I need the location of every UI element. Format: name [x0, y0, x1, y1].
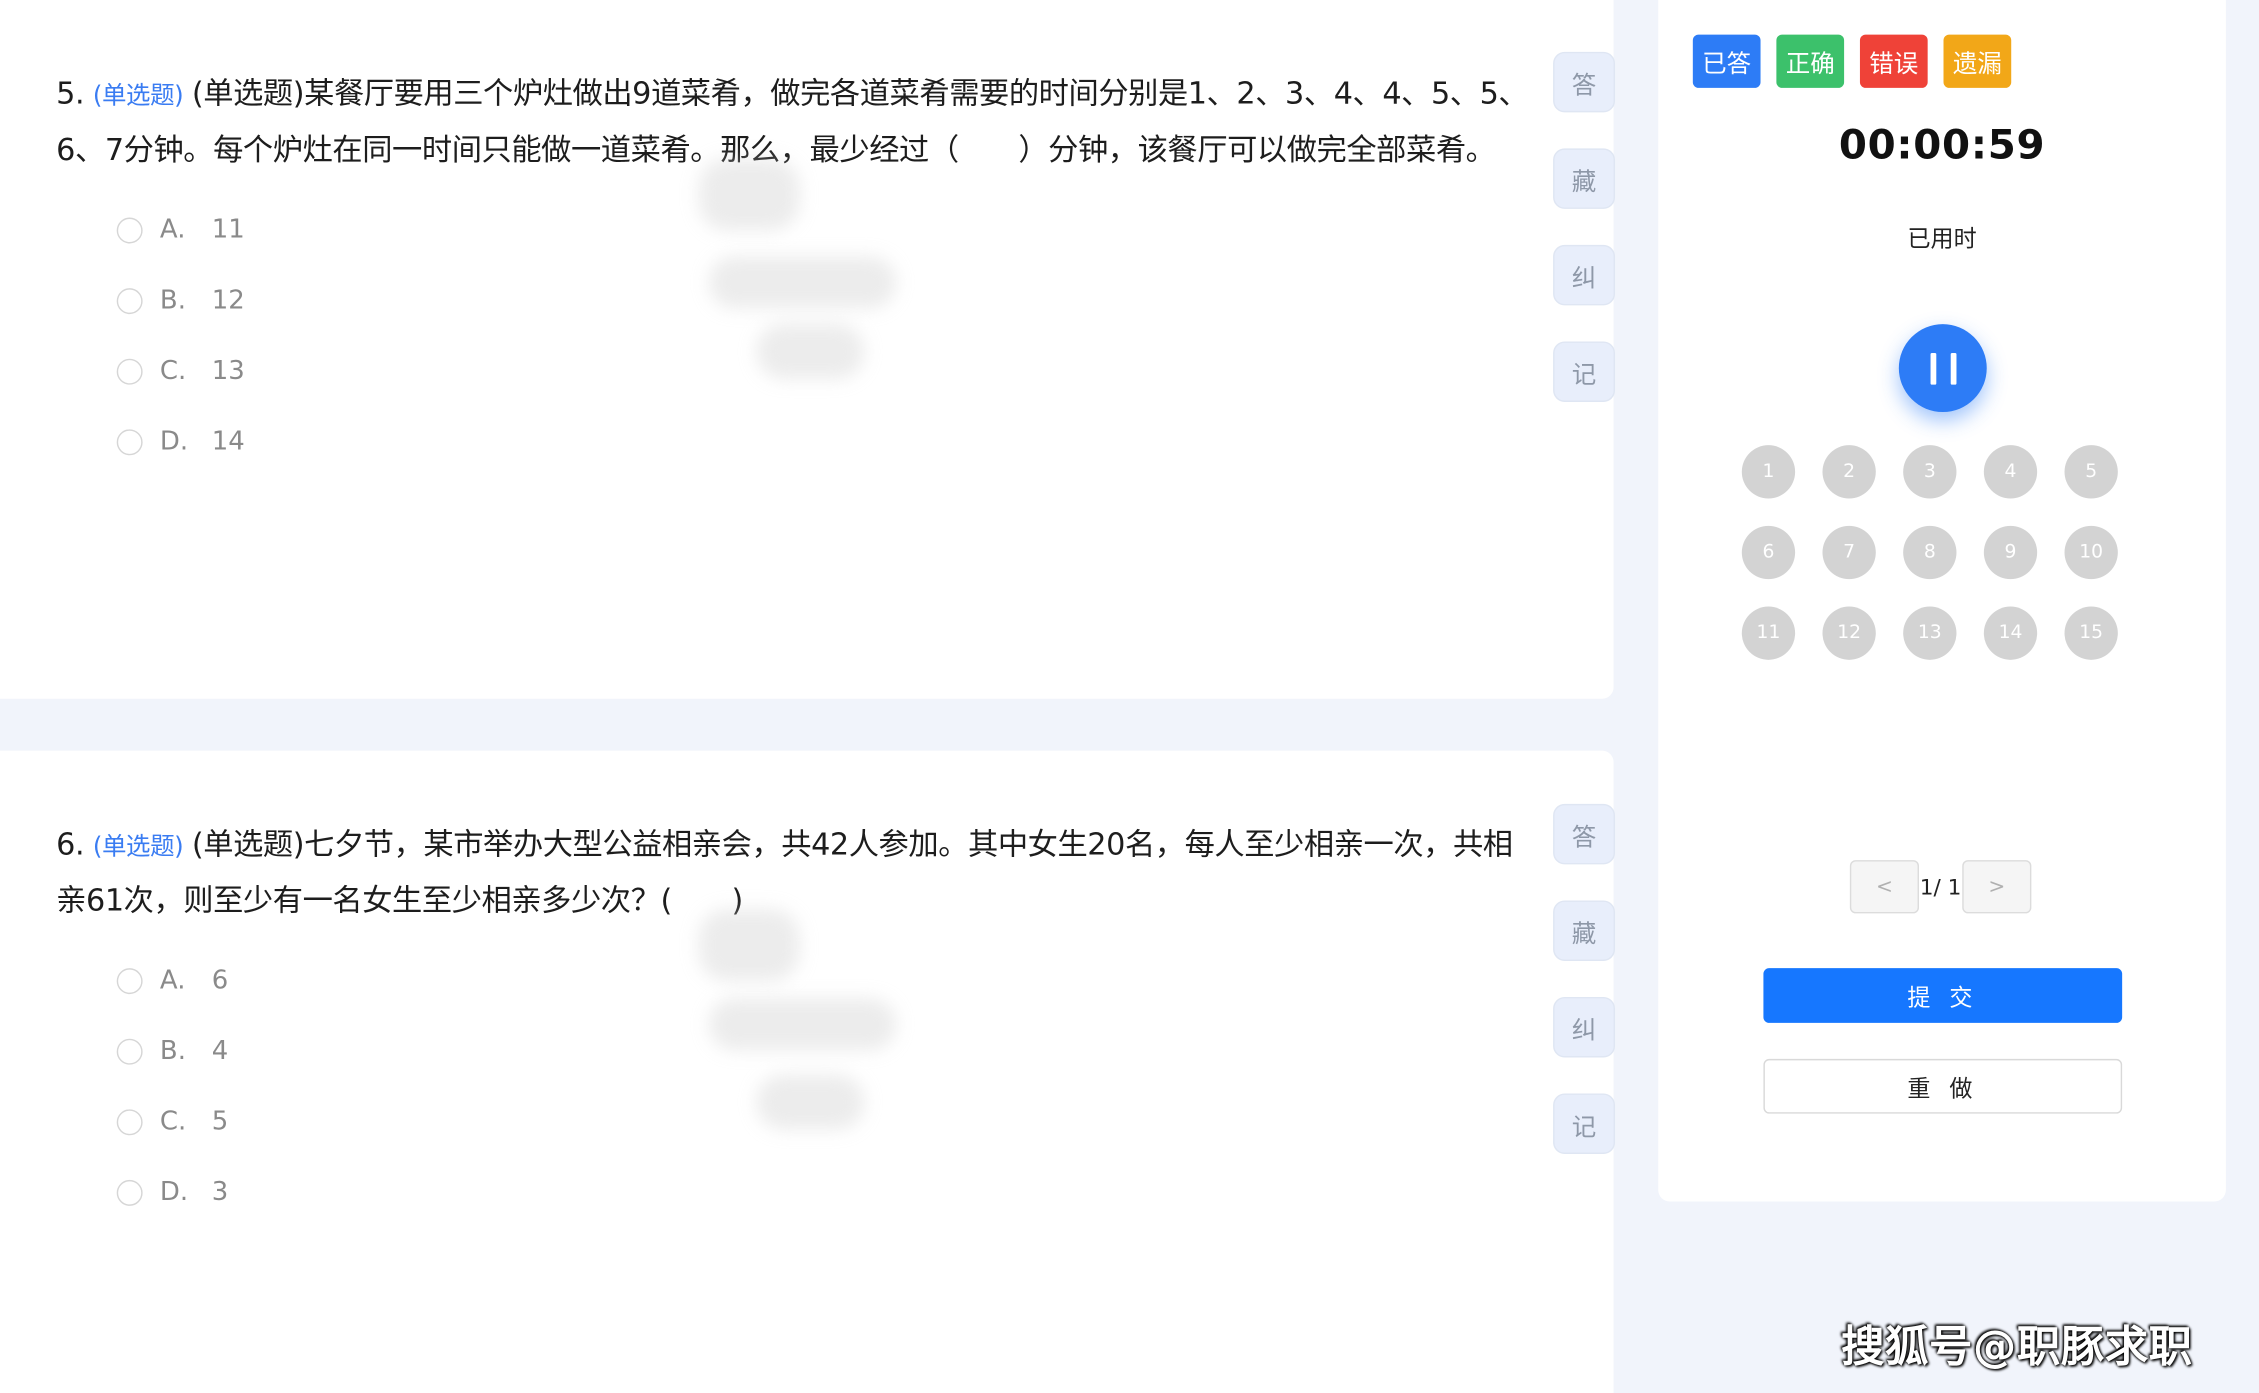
option-d[interactable]: D. 14	[116, 406, 245, 477]
option-value: 12	[211, 285, 245, 316]
brand-watermark: 搜狐号@职豚求职	[1841, 1322, 2193, 1373]
option-c[interactable]: C. 5	[116, 1086, 229, 1157]
legend-wrong: 错误	[1859, 34, 1928, 88]
pause-icon	[1949, 352, 1956, 384]
question-nav-item[interactable]: 1	[1741, 445, 1796, 499]
question-card-5: 5. (单选题) (单选题)某餐厅要用三个炉灶做出9道菜肴，做完各道菜肴需要的时间分…	[0, 0, 1614, 699]
question-nav-item[interactable]: 15	[2064, 606, 2118, 660]
watermark-text	[708, 998, 897, 1051]
radio-button[interactable]	[116, 1038, 143, 1064]
question-type-tag: (单选题)	[92, 832, 184, 862]
question-type-tag: (单选题)	[92, 82, 184, 111]
answer-button[interactable]: 答	[1553, 803, 1616, 865]
question-nav-item[interactable]: 3	[1903, 445, 1957, 499]
question-nav-item[interactable]: 8	[1903, 525, 1957, 580]
question-stem: (单选题)某餐厅要用三个炉灶做出9道菜肴，做完各道菜肴需要的时间分别是1、2、3…	[56, 76, 1529, 168]
exam-page: 5. (单选题) (单选题)某餐厅要用三个炉灶做出9道菜肴，做完各道菜肴需要的时间分…	[0, 0, 2259, 1393]
favorite-button[interactable]: 藏	[1553, 148, 1616, 209]
option-value: 11	[211, 214, 245, 245]
report-error-button[interactable]: 纠	[1553, 244, 1616, 306]
watermark-logo	[698, 909, 800, 982]
radio-button[interactable]	[116, 1179, 143, 1206]
pause-button[interactable]	[1898, 324, 1987, 413]
option-value: 6	[211, 965, 229, 996]
question-nav-item[interactable]: 4	[1983, 445, 2038, 499]
option-d[interactable]: D. 3	[116, 1157, 229, 1228]
option-letter: A.	[159, 214, 186, 245]
watermark-text	[756, 324, 865, 379]
status-legend: 已答 正确 错误 遗漏	[1692, 34, 2027, 88]
prev-page-button[interactable]: <	[1849, 860, 1920, 914]
option-value: 14	[211, 426, 245, 457]
option-a[interactable]: A. 11	[116, 194, 245, 265]
legend-missed: 遗漏	[1943, 34, 2012, 88]
question-nav-item[interactable]: 7	[1822, 525, 1876, 580]
question-card-6: 6. (单选题) (单选题)七夕节，某市举办大型公益相亲会，共42人参加。其中女生2…	[0, 750, 1614, 1393]
option-letter: B.	[159, 1035, 186, 1067]
question-nav-item[interactable]: 10	[2064, 525, 2118, 580]
question-stem: (单选题)七夕节，某市举办大型公益相亲会，共42人参加。其中女生20名，每人至少…	[56, 826, 1513, 918]
radio-button[interactable]	[116, 428, 143, 455]
radio-button[interactable]	[116, 287, 143, 314]
note-button[interactable]: 记	[1553, 1093, 1616, 1155]
option-letter: B.	[159, 285, 186, 316]
legend-answered: 已答	[1692, 34, 1761, 88]
answer-button[interactable]: 答	[1553, 51, 1616, 113]
pagination: < 1/ 1 >	[1849, 860, 2032, 914]
option-a[interactable]: A. 6	[116, 945, 229, 1016]
timer-label: 已用时	[1907, 224, 1977, 253]
redo-button[interactable]: 重 做	[1763, 1058, 2123, 1114]
question-nav-item[interactable]: 13	[1903, 606, 1957, 660]
option-letter: D.	[159, 426, 189, 457]
option-list: A. 11 B. 12 C. 13 D. 14	[116, 194, 245, 477]
question-nav-item[interactable]: 11	[1741, 606, 1796, 660]
note-button[interactable]: 记	[1553, 341, 1616, 402]
page-indicator: 1/ 1	[1919, 873, 1962, 900]
question-nav-item[interactable]: 9	[1983, 525, 2038, 580]
watermark-text	[756, 1074, 865, 1130]
option-letter: C.	[159, 1106, 187, 1137]
option-c[interactable]: C. 13	[116, 336, 245, 407]
answer-sheet-panel: 已答 正确 错误 遗漏 00:00:59 已用时 1 2 3 4 5 6 7 8…	[1658, 0, 2226, 1202]
option-value: 13	[211, 355, 245, 387]
favorite-button[interactable]: 藏	[1553, 900, 1616, 961]
question-text: 6. (单选题) (单选题)七夕节，某市举办大型公益相亲会，共42人参加。其中女生2…	[56, 818, 1533, 927]
radio-button[interactable]	[116, 967, 143, 994]
question-nav-item[interactable]: 2	[1822, 445, 1876, 499]
option-value: 3	[211, 1177, 229, 1208]
legend-correct: 正确	[1776, 34, 1845, 88]
question-5-tools: 答 藏 纠 记	[1553, 51, 1616, 438]
question-nav-item[interactable]: 14	[1983, 606, 2038, 660]
question-number-grid: 1 2 3 4 5 6 7 8 9 10 11 12 13 14 15	[1741, 445, 2118, 660]
radio-button[interactable]	[116, 358, 143, 384]
question-nav-item[interactable]: 12	[1822, 606, 1876, 660]
watermark-text	[708, 256, 897, 309]
question-nav-item[interactable]: 6	[1741, 525, 1796, 580]
question-number: 6.	[56, 826, 85, 862]
radio-button[interactable]	[116, 1108, 143, 1135]
option-value: 5	[211, 1106, 229, 1137]
option-letter: A.	[159, 965, 186, 996]
option-list: A. 6 B. 4 C. 5 D. 3	[116, 945, 229, 1228]
option-value: 4	[211, 1035, 229, 1067]
report-error-button[interactable]: 纠	[1553, 996, 1616, 1058]
option-letter: D.	[159, 1177, 189, 1208]
option-b[interactable]: B. 4	[116, 1016, 229, 1087]
question-number: 5.	[56, 76, 85, 111]
option-letter: C.	[159, 355, 187, 387]
watermark-logo	[698, 158, 800, 231]
question-nav-item[interactable]: 5	[2064, 445, 2118, 499]
submit-button[interactable]: 提 交	[1763, 968, 2123, 1023]
radio-button[interactable]	[116, 216, 143, 243]
next-page-button[interactable]: >	[1962, 860, 2032, 914]
elapsed-timer: 00:00:59	[1838, 121, 2046, 169]
option-b[interactable]: B. 12	[116, 265, 245, 336]
question-text: 5. (单选题) (单选题)某餐厅要用三个炉灶做出9道菜肴，做完各道菜肴需要的时间分…	[56, 68, 1533, 177]
question-6-tools: 答 藏 纠 记	[1553, 803, 1616, 1190]
pause-icon	[1929, 352, 1936, 384]
